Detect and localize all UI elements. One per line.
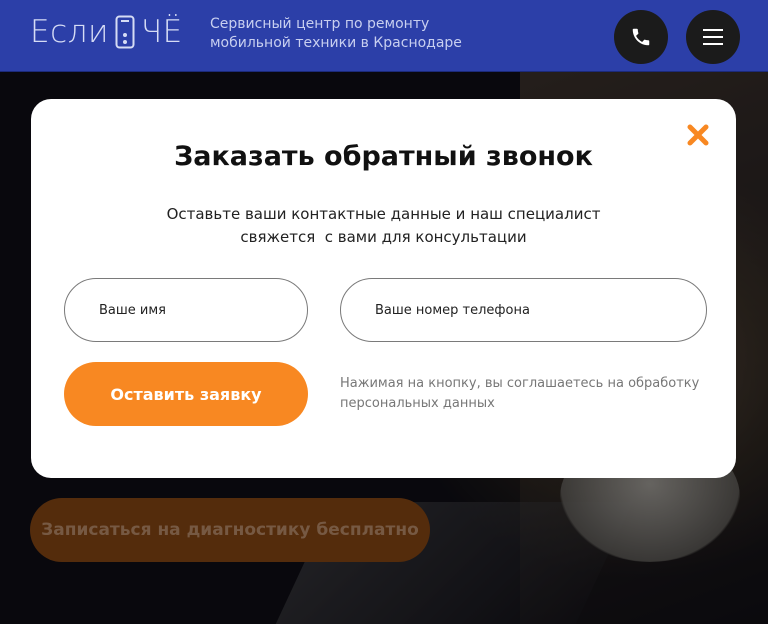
phone-logo-icon bbox=[115, 15, 135, 49]
logo-text-right: ЧЁ bbox=[140, 14, 183, 50]
phone-icon bbox=[632, 28, 650, 46]
consent-text: Нажимая на кнопку, вы соглашаетесь на об… bbox=[340, 376, 700, 411]
logo-text-left: Если bbox=[30, 14, 109, 50]
logo[interactable]: Если ЧЁ bbox=[30, 14, 183, 50]
menu-button[interactable] bbox=[686, 10, 740, 64]
tagline: Сервисный центр по ремонту мобильной тех… bbox=[210, 15, 462, 53]
modal-description-line-2: свяжется с вами для консультации bbox=[240, 228, 527, 246]
modal-title: Заказать обратный звонок bbox=[174, 141, 593, 172]
name-input[interactable] bbox=[64, 278, 308, 342]
call-button[interactable] bbox=[614, 10, 668, 64]
site-header: Если ЧЁ Сервисный центр по ремонту мобил… bbox=[0, 0, 768, 72]
submit-button[interactable]: Оставить заявку bbox=[64, 362, 308, 426]
tagline-line-2: мобильной техники в Краснодаре bbox=[210, 35, 462, 51]
modal-description: Оставьте ваши контактные данные и наш сп… bbox=[31, 203, 736, 249]
callback-modal: Заказать обратный звонок Оставьте ваши к… bbox=[31, 99, 736, 478]
tagline-line-1: Сервисный центр по ремонту bbox=[210, 16, 430, 32]
phone-input[interactable] bbox=[340, 278, 707, 342]
modal-description-line-1: Оставьте ваши контактные данные и наш сп… bbox=[166, 205, 601, 223]
hamburger-menu-icon bbox=[703, 29, 723, 45]
